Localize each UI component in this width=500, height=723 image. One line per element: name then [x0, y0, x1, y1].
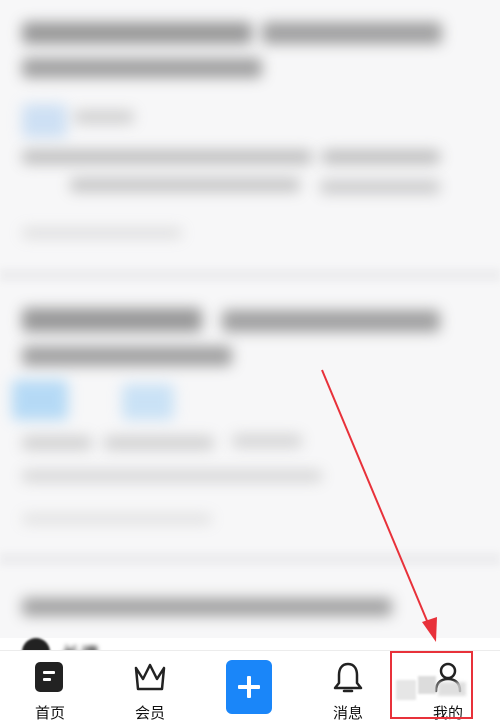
- feed[interactable]: [0, 0, 500, 638]
- tab-mine-label: 我的: [432, 704, 463, 722]
- feed-post-text-blurred: [22, 470, 322, 482]
- person-icon: [433, 661, 463, 697]
- feed-post-title-blurred: [222, 310, 440, 332]
- feed-post-text-blurred: [22, 150, 312, 164]
- tab-vip[interactable]: 会员: [114, 651, 186, 723]
- doc-square-icon: [35, 661, 65, 697]
- tab-mine[interactable]: 我的: [412, 651, 484, 723]
- feed-post-image-blurred: [12, 380, 68, 420]
- tab-vip-label: 会员: [134, 704, 165, 722]
- feed-post-text-blurred: [70, 178, 300, 192]
- feed-post-text-blurred: [104, 436, 214, 450]
- feed-post-tag-blurred: [22, 104, 67, 138]
- feed-post-meta-blurred: [22, 514, 212, 524]
- crown-icon: [133, 661, 167, 697]
- feed-post-text-blurred: [320, 180, 440, 194]
- feed-post-title-blurred: [22, 308, 202, 332]
- feed-post-title-blurred: [262, 22, 442, 44]
- feed-post-title-blurred: [22, 22, 252, 44]
- tab-messages-label: 消息: [332, 704, 363, 722]
- feed-post-text-blurred: [74, 110, 134, 124]
- feed-post-title-blurred: [22, 58, 262, 78]
- post-button[interactable]: [226, 660, 272, 714]
- feed-post-image-blurred: [122, 384, 174, 420]
- tab-home-label: 首页: [34, 704, 65, 722]
- feed-post-text-blurred: [22, 436, 92, 450]
- feed-post-title-blurred: [22, 598, 392, 616]
- tab-messages[interactable]: 消息: [312, 651, 384, 723]
- tab-home[interactable]: 首页: [14, 651, 86, 723]
- feed-post-text-blurred: [322, 150, 440, 164]
- bell-icon: [332, 661, 364, 699]
- feed-post-meta-blurred: [22, 228, 182, 238]
- feed-divider: [0, 552, 500, 566]
- feed-divider: [0, 268, 500, 282]
- feed-post-title-blurred: [22, 346, 232, 366]
- feed-post-text-blurred: [232, 434, 302, 448]
